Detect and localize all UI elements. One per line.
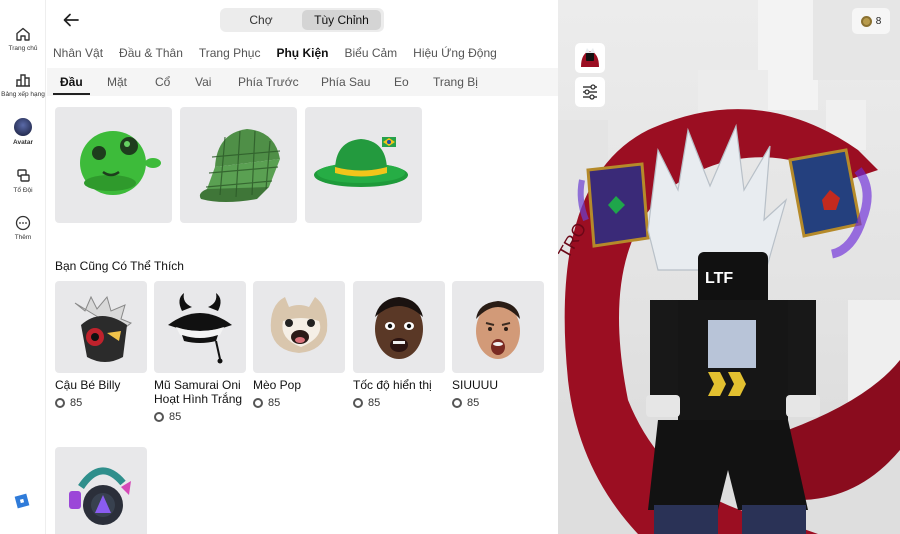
customize-panel: Chợ Tùy Chỉnh Nhân Vật Đầu & Thân Trang Ph… xyxy=(47,0,558,534)
top-bar: Chợ Tùy Chỉnh xyxy=(47,0,558,40)
subtab-waist[interactable]: Eo xyxy=(394,75,409,89)
left-nav: Trang chủ Bảng xếp hạng Avatar Tổ Đội Th… xyxy=(0,0,46,534)
category-head-body[interactable]: Đầu & Thân xyxy=(119,46,183,60)
app-root: Trang chủ Bảng xếp hạng Avatar Tổ Đội Th… xyxy=(0,0,900,534)
robux-coin-icon xyxy=(353,398,363,408)
recommend-thumbnail xyxy=(55,447,147,534)
subtab-gear[interactable]: Trang Bị xyxy=(433,75,478,89)
siuuu-head-icon xyxy=(476,301,520,359)
recommend-thumbnail xyxy=(55,281,147,373)
recommend-card[interactable] xyxy=(55,447,147,534)
item-name: Mũ Samurai Oni Hoạt Hình Trắng xyxy=(154,378,243,406)
item-price-value: 85 xyxy=(268,397,281,409)
arrow-left-icon[interactable] xyxy=(61,10,81,30)
avatar-preview[interactable]: TRO LTF 8 xyxy=(558,0,900,534)
item-price-value: 85 xyxy=(70,397,83,409)
owned-item-tile[interactable] xyxy=(180,107,297,223)
item-price: 85 xyxy=(253,397,345,409)
owned-item-tile[interactable] xyxy=(55,107,172,223)
nav-leaderboard-label: Bảng xếp hạng xyxy=(1,91,45,98)
recommend-thumbnail xyxy=(353,281,445,373)
nav-more-label: Thêm xyxy=(14,234,32,241)
recommend-card[interactable]: Mũ Samurai Oni Hoạt Hình Trắng 85 xyxy=(154,281,246,423)
recommend-card[interactable]: Cậu Bé Billy 85 xyxy=(55,281,147,409)
item-price-value: 85 xyxy=(169,411,182,423)
nav-home-label: Trang chủ xyxy=(8,45,38,52)
nav-more[interactable]: Thêm xyxy=(0,215,46,241)
avatar-thumbnail-button[interactable] xyxy=(575,43,605,73)
avatar-thumbnail-icon xyxy=(581,48,599,67)
item-name: Mèo Pop xyxy=(253,378,302,392)
nav-avatar-label: Avatar xyxy=(13,139,33,146)
category-emotes[interactable]: Biểu Cảm xyxy=(344,46,397,60)
category-tabs: Nhân Vật Đầu & Thân Trang Phục Phụ Kiện Biểu… xyxy=(53,44,513,64)
green-slime-hat-icon xyxy=(80,131,161,195)
category-clothing[interactable]: Trang Phục xyxy=(199,46,261,60)
category-accessories[interactable]: Phụ Kiện xyxy=(276,46,328,60)
item-name: SIUUUU xyxy=(452,378,499,392)
subtab-front[interactable]: Phía Trước xyxy=(238,75,299,89)
nav-leaderboard[interactable]: Bảng xếp hạng xyxy=(0,72,46,98)
more-icon xyxy=(15,215,31,231)
cyber-headphones-icon xyxy=(69,467,131,525)
item-price: 85 xyxy=(452,397,544,409)
samurai-hat-icon xyxy=(168,293,232,364)
home-icon xyxy=(16,27,30,41)
recommend-card[interactable]: Tốc độ hiển thị 85 xyxy=(353,281,445,409)
pop-cat-icon xyxy=(270,297,328,353)
subcategory-tabs: Đầu Mặt Cổ Vai Phía Trước Phía Sau Eo Tr… xyxy=(47,68,558,96)
recommend-thumbnail xyxy=(154,281,246,373)
billy-mask-icon xyxy=(74,295,132,362)
segment-customize[interactable]: Tùy Chỉnh xyxy=(302,10,381,30)
recommend-card[interactable]: Mèo Pop 85 xyxy=(253,281,345,409)
recommend-thumbnail xyxy=(452,281,544,373)
category-character[interactable]: Nhân Vật xyxy=(53,46,103,60)
subtab-neck[interactable]: Cổ xyxy=(155,75,170,89)
avatar-scene: TRO LTF xyxy=(558,0,900,534)
robux-coin-icon xyxy=(253,398,263,408)
owned-item-tile[interactable] xyxy=(305,107,422,223)
mask-text: LTF xyxy=(705,270,733,287)
nav-party-label: Tổ Đội xyxy=(13,187,33,194)
subtab-shoulder[interactable]: Vai xyxy=(195,75,211,89)
party-icon xyxy=(17,169,30,182)
segment-control: Chợ Tùy Chỉnh xyxy=(220,8,384,32)
robux-amount: 8 xyxy=(875,15,882,27)
nav-avatar[interactable]: Avatar xyxy=(0,118,46,146)
recommend-thumbnail xyxy=(253,281,345,373)
subtab-back[interactable]: Phía Sau xyxy=(321,75,370,89)
recommend-title: Bạn Cũng Có Thể Thích xyxy=(55,259,184,273)
nav-party[interactable]: Tổ Đội xyxy=(0,168,46,194)
nav-home[interactable]: Trang chủ xyxy=(0,26,46,52)
face-head-icon xyxy=(375,297,423,359)
leaderboard-icon xyxy=(16,74,30,87)
robux-coin-icon xyxy=(452,398,462,408)
robux-coin-icon xyxy=(154,412,164,422)
subtab-head[interactable]: Đầu xyxy=(60,75,83,89)
item-price: 85 xyxy=(55,397,147,409)
robux-coin-icon xyxy=(55,398,65,408)
robux-icon xyxy=(860,15,872,27)
recommend-card[interactable]: SIUUUU 85 xyxy=(452,281,544,409)
roblox-logo-icon[interactable] xyxy=(14,493,30,509)
subtab-indicator xyxy=(53,93,90,95)
avatar-icon xyxy=(14,118,32,136)
item-price-value: 85 xyxy=(467,397,480,409)
green-plaid-cap-icon xyxy=(199,129,281,202)
item-name: Tốc độ hiển thị xyxy=(353,378,432,392)
sliders-icon xyxy=(583,84,597,100)
item-price-value: 85 xyxy=(368,397,381,409)
item-name: Cậu Bé Billy xyxy=(55,378,121,392)
segment-marketplace[interactable]: Chợ xyxy=(223,10,299,30)
robux-balance[interactable]: 8 xyxy=(852,8,890,34)
item-price: 85 xyxy=(154,411,246,423)
green-fedora-brazil-icon xyxy=(314,137,408,187)
item-price: 85 xyxy=(353,397,445,409)
settings-button[interactable] xyxy=(575,77,605,107)
category-animations[interactable]: Hiệu Ứng Động xyxy=(413,46,497,60)
subtab-face[interactable]: Mặt xyxy=(107,75,127,89)
